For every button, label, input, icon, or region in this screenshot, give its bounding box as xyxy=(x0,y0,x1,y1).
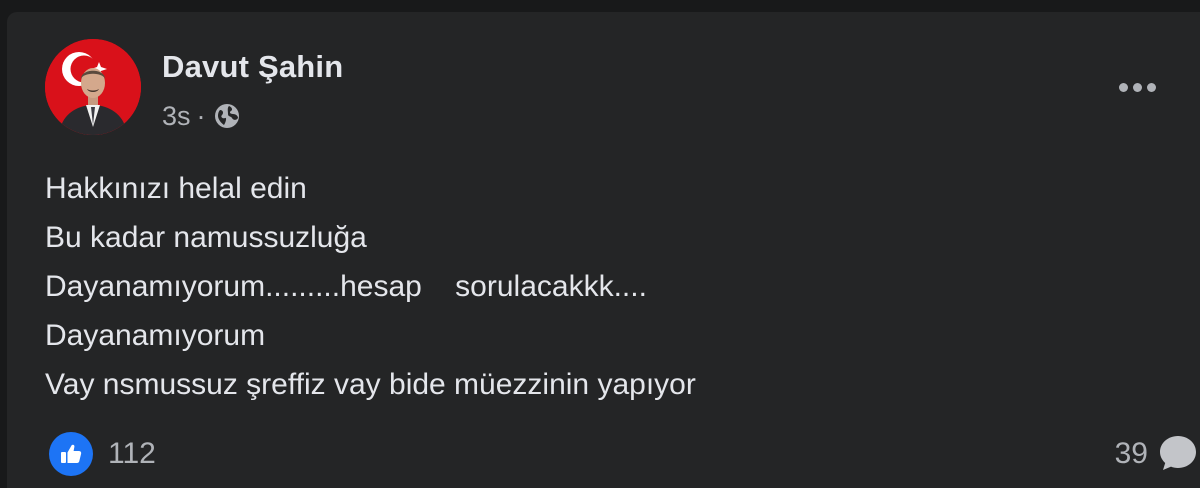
reaction-count: 112 xyxy=(108,437,156,470)
author-name[interactable]: Davut Şahin xyxy=(162,49,343,85)
more-dot xyxy=(1118,82,1128,92)
post-card: Davut Şahin 3s · Hakkınızı helal edin Bu… xyxy=(7,12,1200,488)
more-dot xyxy=(1132,82,1142,92)
post-timestamp[interactable]: 3s xyxy=(162,101,191,132)
avatar-image xyxy=(45,39,141,135)
like-icon xyxy=(49,432,93,476)
author-avatar[interactable] xyxy=(45,39,141,135)
comment-bubble-icon xyxy=(1160,436,1196,470)
post-text-line: Bu kadar namussuzluğa xyxy=(45,221,367,254)
post-text: Hakkınızı helal edin Bu kadar namussuzlu… xyxy=(45,164,696,409)
post-text-line: Hakkınızı helal edin xyxy=(45,172,307,205)
reactions-summary[interactable]: 112 xyxy=(49,432,156,476)
post-text-line: Vay nsmussuz şreffiz vay bide müezzinin … xyxy=(45,368,696,401)
thumbs-up-glyph xyxy=(61,444,82,463)
post-text-line: Dayanamıyorum xyxy=(45,319,266,352)
meta-separator: · xyxy=(196,100,206,131)
comments-summary[interactable]: 39 xyxy=(1115,432,1200,476)
post-meta: 3s · xyxy=(162,99,242,133)
more-dot xyxy=(1146,82,1156,92)
post-text-line: Dayanamıyorum.........hesap sorulacakkk.… xyxy=(45,270,647,303)
comment-count: 39 xyxy=(1114,437,1148,470)
more-options-button[interactable] xyxy=(1112,72,1162,102)
globe-icon xyxy=(214,104,239,128)
